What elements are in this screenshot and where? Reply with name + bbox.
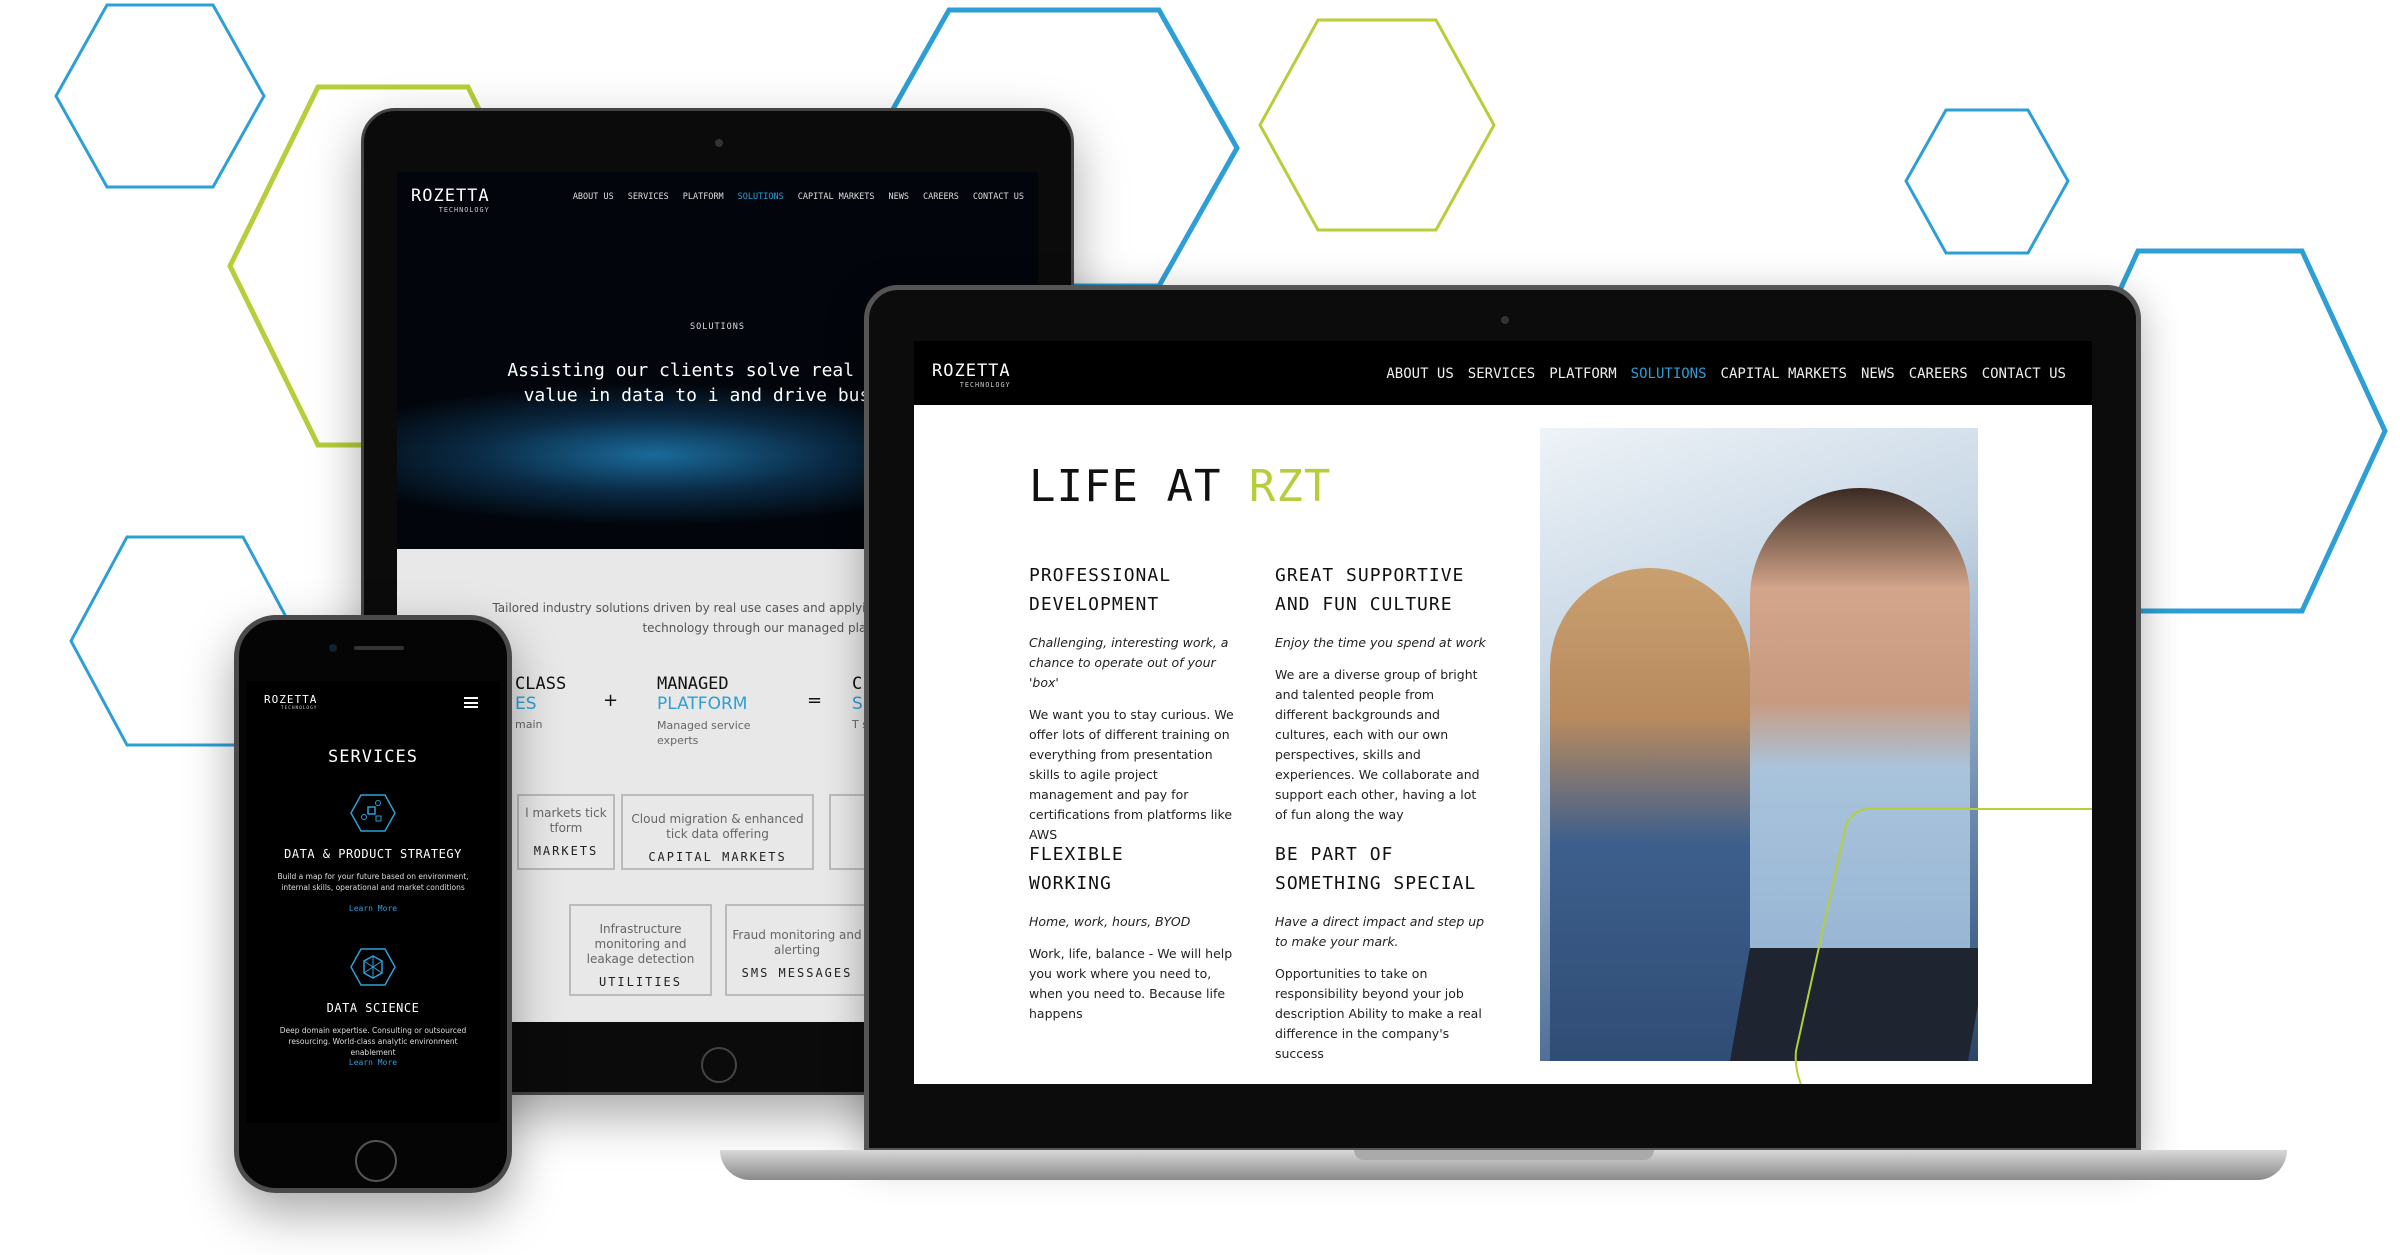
nav-contact[interactable]: CONTACT US — [1982, 366, 2066, 382]
equation-item: CLASS ES main — [515, 674, 567, 731]
service-title: DATA & PRODUCT STRATEGY — [284, 847, 462, 861]
hexagon-decoration — [1904, 108, 2070, 255]
nav-solutions[interactable]: SOLUTIONS — [738, 192, 784, 202]
phone-speaker — [354, 646, 404, 650]
accent-line — [1794, 808, 2092, 1084]
tablet-camera — [715, 139, 723, 147]
nav-platform[interactable]: PLATFORM — [1549, 366, 1616, 382]
nav-services[interactable]: SERVICES — [1468, 366, 1535, 382]
nav-contact[interactable]: CONTACT US — [973, 192, 1024, 202]
service-desc: Deep domain expertise. Consulting or out… — [279, 1026, 467, 1057]
nav-news[interactable]: NEWS — [889, 192, 909, 202]
hamburger-icon[interactable] — [464, 697, 478, 708]
solution-card[interactable]: l markets tick tform MARKETS — [517, 794, 615, 870]
phone-camera — [329, 644, 337, 652]
learn-more-link[interactable]: Learn More — [246, 904, 500, 913]
hexagon-decoration — [1258, 18, 1496, 232]
laptop-logo[interactable]: ROZETTA TECHNOLOGY — [932, 361, 1011, 389]
data-cube-icon — [350, 948, 396, 986]
nav-careers[interactable]: CAREERS — [923, 192, 959, 202]
services-title: SERVICES — [328, 747, 418, 767]
service-desc: Build a map for your future based on env… — [277, 872, 469, 892]
nav-capital-markets[interactable]: CAPITAL MARKETS — [1721, 366, 1847, 382]
solution-card[interactable]: Infrastructure monitoring and leakage de… — [569, 904, 712, 996]
solution-card[interactable]: Fraud monitoring and alerting SMS MESSAGE… — [725, 904, 869, 996]
nav-about[interactable]: ABOUT US — [1386, 366, 1453, 382]
laptop-notch — [1354, 1150, 1654, 1160]
nav-careers[interactable]: CAREERS — [1909, 366, 1968, 382]
phone-home-button[interactable] — [355, 1140, 397, 1182]
nav-news[interactable]: NEWS — [1861, 366, 1895, 382]
section-flexible-working: FLEXIBLE WORKING Home, work, hours, BYOD W… — [1029, 844, 1233, 1021]
tablet-logo[interactable]: ROZETTA TECHNOLOGY — [411, 186, 490, 214]
network-nodes-icon — [350, 794, 396, 832]
section-culture: GREAT SUPPORTIVE AND FUN CULTURE Enjoy th… — [1275, 565, 1486, 822]
laptop-camera — [1501, 316, 1509, 324]
nav-platform[interactable]: PLATFORM — [683, 192, 724, 202]
person-woman — [1550, 568, 1750, 1061]
section-something-special: BE PART OF SOMETHING SPECIAL Have a direc… — [1275, 844, 1485, 1061]
section-professional-development: PROFESSIONAL DEVELOPMENT Challenging, int… — [1029, 565, 1234, 842]
laptop-nav: ABOUT US SERVICES PLATFORM SOLUTIONS CAPITAL… — [1372, 366, 2066, 382]
nav-capital-markets[interactable]: CAPITAL MARKETS — [798, 192, 875, 202]
page-title: LIFE AT RZT — [1029, 461, 1332, 512]
learn-more-link[interactable]: Learn More — [246, 1058, 500, 1067]
phone-screen: ROZETTA TECHNOLOGY SERVICES DATA & PRODUC… — [246, 681, 500, 1123]
tablet-nav: ABOUT US SERVICES PLATFORM SOLUTIONS CAPITAL… — [559, 192, 1024, 202]
nav-services[interactable]: SERVICES — [628, 192, 669, 202]
laptop-screen: ROZETTA TECHNOLOGY ABOUT US SERVICES PLATFO… — [914, 341, 2092, 1084]
equals-sign: = — [807, 690, 823, 711]
plus-sign: + — [603, 690, 619, 711]
tablet-home-button[interactable] — [701, 1047, 737, 1083]
equation-item: MANAGED PLATFORM Managed service experts — [657, 674, 751, 747]
phone-logo[interactable]: ROZETTA TECHNOLOGY — [264, 693, 317, 711]
solution-card[interactable]: Cloud migration & enhanced tick data off… — [621, 794, 814, 870]
service-title: DATA SCIENCE — [326, 1001, 420, 1015]
nav-solutions[interactable]: SOLUTIONS — [1631, 366, 1707, 382]
nav-about[interactable]: ABOUT US — [573, 192, 614, 202]
